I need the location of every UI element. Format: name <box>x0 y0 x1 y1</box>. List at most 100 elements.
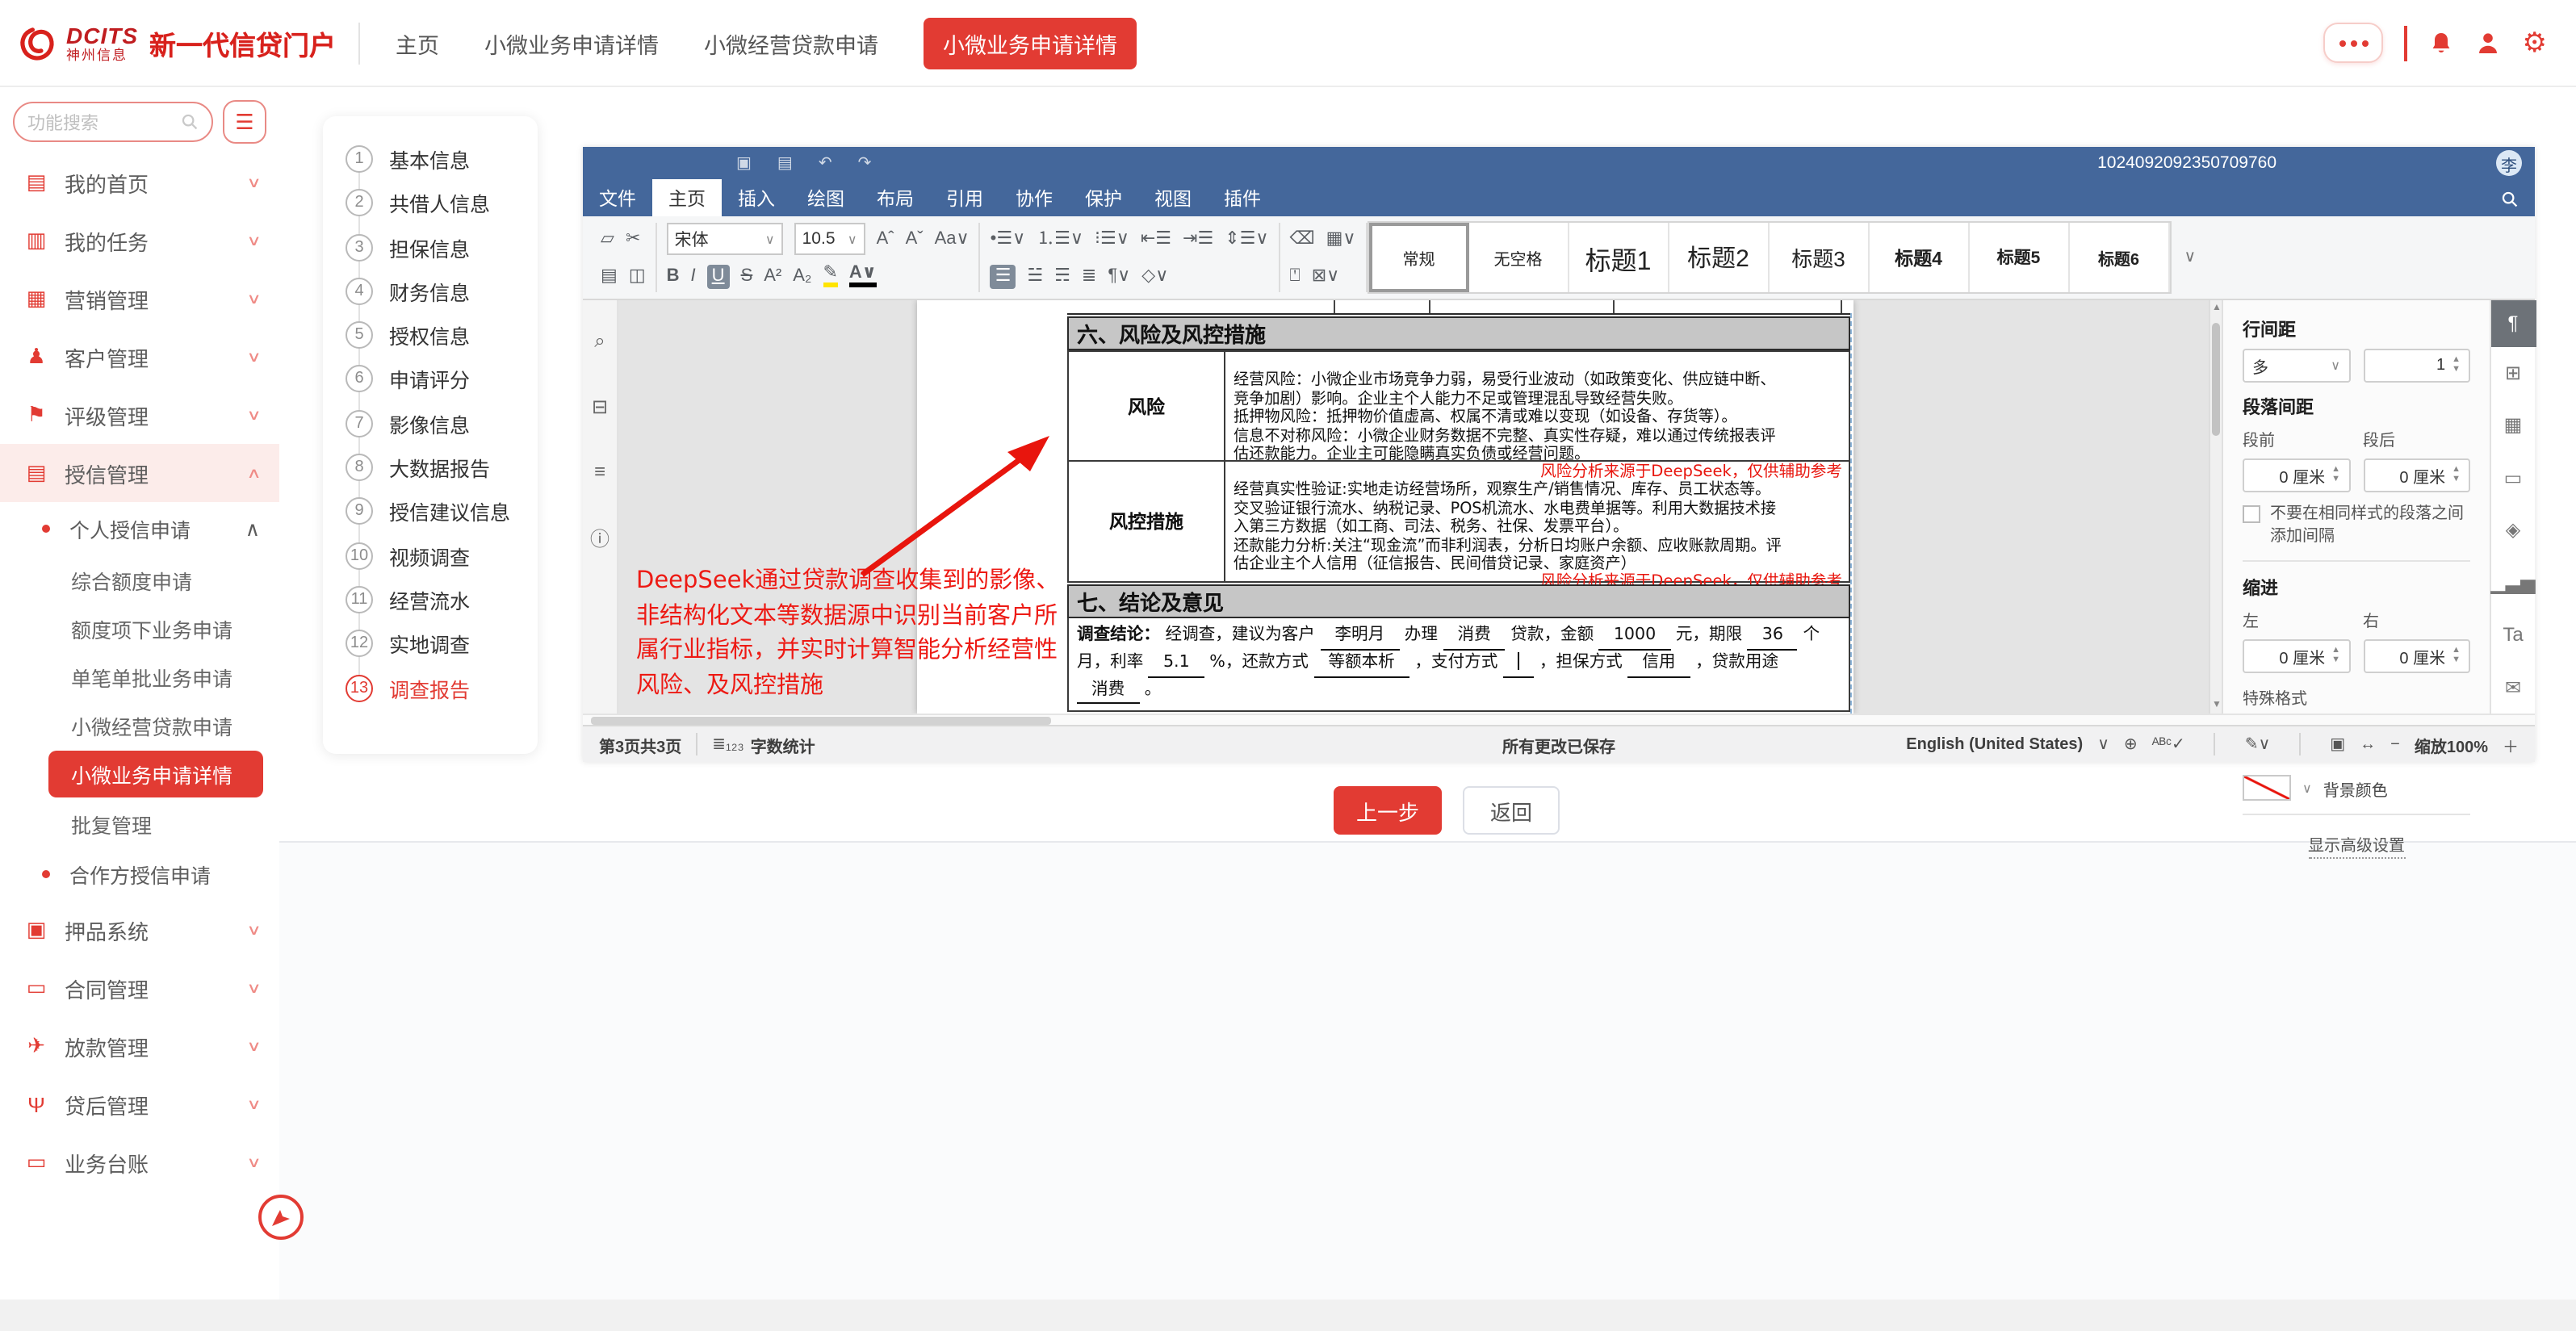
line-spacing-select[interactable]: 多∨ <box>2243 349 2350 383</box>
editor-menu-item[interactable]: 插入 <box>722 179 791 216</box>
step-item[interactable]: 4 财务信息 <box>346 274 538 308</box>
page-indicator[interactable]: 第3页共3页 <box>599 732 681 756</box>
step-item[interactable]: 3 担保信息 <box>346 230 538 264</box>
indent-right-spinner[interactable]: 0 厘米▲▼ <box>2363 639 2470 673</box>
right-strip-icon[interactable]: ✉ <box>2490 661 2536 714</box>
scroll-down-arrow[interactable]: ▼ <box>2210 697 2223 714</box>
before-spinner[interactable]: 0 厘米▲▼ <box>2243 458 2350 492</box>
top-nav-tab[interactable]: 小微业务申请详情 <box>924 17 1137 69</box>
checkbox[interactable] <box>2243 505 2260 523</box>
avatar[interactable]: 李 <box>2496 150 2522 176</box>
sidebar-item[interactable]: 小微业务申请详情 <box>48 751 263 797</box>
gear-icon[interactable]: ⚙ <box>2523 29 2548 57</box>
left-strip-icon[interactable]: ≡ <box>594 460 605 483</box>
fit-width-icon[interactable]: ↔ <box>2360 735 2376 753</box>
shading-icon[interactable]: ◇∨ <box>1141 267 1168 285</box>
step-item[interactable]: 5 授权信息 <box>346 318 538 352</box>
style-preset[interactable]: 标题2 <box>1669 223 1770 292</box>
vertical-scrollbar[interactable]: ▲ ▼ <box>2209 300 2222 714</box>
line-spacing-value[interactable]: 1▲▼ <box>2363 349 2470 383</box>
superscript-icon[interactable]: A² <box>764 267 781 285</box>
numbered-list-icon[interactable]: ⒈☰∨ <box>1037 230 1083 248</box>
hscroll-thumb[interactable] <box>591 717 1051 725</box>
sidebar-item[interactable]: ▤ 授信管理 ∧ <box>0 444 279 502</box>
change-case-icon[interactable]: Aa∨ <box>935 230 970 248</box>
word-count-label[interactable]: 字数统计 <box>751 732 815 756</box>
grow-font-icon[interactable]: Aˆ <box>877 230 894 248</box>
language-chevron[interactable]: ∨ <box>2097 735 2109 753</box>
color-scale-icon[interactable]: ▦∨ <box>1326 230 1356 248</box>
quick-icon[interactable]: ▤ <box>777 154 793 172</box>
subscript-icon[interactable]: A₂ <box>793 267 811 285</box>
font-color-icon[interactable]: A∨ <box>849 265 877 287</box>
align-center-icon[interactable]: ☱ <box>1027 267 1043 285</box>
sidebar-item[interactable]: 综合额度申请 <box>0 555 279 604</box>
sidebar-item[interactable]: ▥ 我的任务 ∨ <box>0 211 279 270</box>
paste-icon[interactable]: ▤ <box>601 267 618 285</box>
sidebar-item[interactable]: 单笔单批业务申请 <box>0 652 279 701</box>
sidebar-item[interactable]: ▭ 业务台账 ∨ <box>0 1133 279 1191</box>
right-strip-icon[interactable]: ⊞ <box>2490 346 2536 399</box>
previous-step-button[interactable]: 上一步 <box>1334 786 1442 835</box>
increase-indent-icon[interactable]: ⇥☰ <box>1183 230 1213 248</box>
left-strip-icon[interactable]: ⌕ <box>594 329 605 354</box>
sidebar-item[interactable]: 合作方授信申请 <box>0 848 279 901</box>
style-preset[interactable]: 标题5 <box>1970 223 2070 292</box>
scroll-up-arrow[interactable]: ▲ <box>2210 300 2223 316</box>
font-name-select[interactable]: 宋体∨ <box>667 223 783 255</box>
horizontal-scrollbar[interactable] <box>583 714 2535 725</box>
left-strip-icon[interactable]: ⓘ <box>590 525 609 552</box>
step-item[interactable]: 7 影像信息 <box>346 407 538 441</box>
style-preset[interactable]: 无空格 <box>1469 223 1569 292</box>
after-spinner[interactable]: 0 厘米▲▼ <box>2363 458 2470 492</box>
globe-icon[interactable]: ⊕ <box>2124 735 2138 753</box>
language-selector[interactable]: English (United States) <box>1906 735 2083 753</box>
sidebar-item[interactable]: ▭ 合同管理 ∨ <box>0 959 279 1017</box>
function-search-input[interactable]: 功能搜索 <box>13 102 213 142</box>
styles-gallery-chevron[interactable]: ∨ <box>2172 216 2209 299</box>
editor-menu-item[interactable]: 视图 <box>1138 179 1208 216</box>
right-strip-icon[interactable]: ¶ <box>2490 300 2536 346</box>
step-item[interactable]: 10 视频调查 <box>346 538 538 572</box>
bell-icon[interactable] <box>2429 30 2455 56</box>
justify-icon[interactable]: ≣ <box>1082 267 1096 285</box>
editor-menu-item[interactable]: 协作 <box>999 179 1069 216</box>
advanced-settings-link[interactable]: 显示高级设置 <box>2308 831 2405 859</box>
highlight-icon[interactable]: ✎ <box>823 265 837 287</box>
zoom-level[interactable]: 缩放100% <box>2415 732 2488 756</box>
frame-icon[interactable]: ⊠∨ <box>1312 267 1340 285</box>
zoom-out-icon[interactable]: − <box>2390 735 2400 753</box>
sidebar-item[interactable]: 个人授信申请 ∧ <box>0 502 279 555</box>
editor-menu-item[interactable]: 引用 <box>930 179 999 216</box>
eraser-icon[interactable]: ⌫ <box>1289 230 1314 248</box>
style-preset[interactable]: 标题4 <box>1870 223 1970 292</box>
step-item[interactable]: 12 实地调查 <box>346 627 538 661</box>
top-nav-tab[interactable]: 小微经营贷款申请 <box>704 27 878 59</box>
right-strip-icon[interactable]: Ta <box>2490 609 2536 661</box>
user-icon[interactable] <box>2476 30 2502 56</box>
strikethrough-icon[interactable]: S <box>741 267 753 285</box>
back-button[interactable]: 返回 <box>1463 786 1560 835</box>
left-strip-icon[interactable]: ⊟ <box>592 396 608 418</box>
align-left-icon[interactable]: ☰ <box>991 264 1016 288</box>
step-item[interactable]: 1 基本信息 <box>346 142 538 176</box>
bg-color-swatch[interactable] <box>2243 775 2291 801</box>
right-strip-icon[interactable]: ▦ <box>2490 399 2536 451</box>
bg-color-chevron[interactable]: ∨ <box>2302 781 2312 795</box>
copy-icon[interactable]: ▱ <box>601 230 614 248</box>
sidebar-item[interactable]: ▦ 营销管理 ∨ <box>0 270 279 328</box>
style-preset[interactable]: 常规 <box>1369 223 1469 292</box>
no-gap-checkbox-row[interactable]: 不要在相同样式的段落之间添加间隔 <box>2243 504 2470 547</box>
spellcheck-icon[interactable]: ᴬᴮᶜ✓ <box>2152 735 2185 753</box>
step-item[interactable]: 11 经营流水 <box>346 583 538 617</box>
editor-menu-item[interactable]: 主页 <box>652 179 722 216</box>
bullet-list-icon[interactable]: •☰∨ <box>991 230 1026 248</box>
step-item[interactable]: 13 调查报告 <box>346 671 538 705</box>
right-strip-icon[interactable]: ▁▃▅ <box>2490 556 2536 609</box>
sidebar-item[interactable]: ▣ 押品系统 ∨ <box>0 901 279 959</box>
line-spacing-icon[interactable]: ⇕☰∨ <box>1225 230 1268 248</box>
step-item[interactable]: 6 申请评分 <box>346 362 538 396</box>
sidebar-item[interactable]: 批复管理 <box>0 799 279 848</box>
sidebar-item[interactable]: Ψ 贷后管理 ∨ <box>0 1075 279 1133</box>
quick-icon[interactable]: ↶ <box>819 154 832 172</box>
